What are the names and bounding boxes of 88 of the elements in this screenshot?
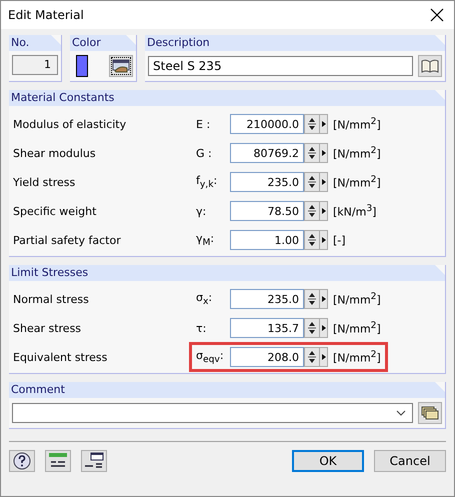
up-down-arrows-icon bbox=[308, 116, 316, 132]
menu-arrow-button[interactable] bbox=[320, 172, 328, 192]
spinner[interactable] bbox=[304, 230, 320, 250]
property-label: Partial safety factor bbox=[13, 234, 122, 246]
spinner[interactable] bbox=[304, 347, 320, 367]
description-field[interactable]: Steel S 235 bbox=[148, 56, 413, 76]
menu-arrow-button[interactable] bbox=[320, 114, 328, 134]
triangle-right-icon bbox=[322, 354, 326, 360]
close-icon[interactable] bbox=[430, 8, 444, 22]
up-down-arrows-icon bbox=[308, 349, 316, 365]
spinner[interactable] bbox=[304, 201, 320, 221]
symbol-label: σ$_{eqv}$: bbox=[196, 348, 225, 366]
triangle-right-icon bbox=[322, 325, 326, 331]
comment-library-button[interactable] bbox=[418, 402, 442, 424]
unit-label: [N/mm$^{2}$] bbox=[333, 174, 381, 190]
number-field: 1 bbox=[12, 55, 58, 75]
triangle-right-icon bbox=[322, 208, 326, 214]
group-title: Limit Stresses bbox=[11, 266, 88, 279]
symbol-label: E : bbox=[196, 118, 212, 130]
help-icon bbox=[13, 452, 31, 470]
spinner[interactable] bbox=[304, 143, 320, 163]
property-label: Specific weight bbox=[13, 204, 98, 218]
property-label: Shear stress bbox=[13, 322, 82, 334]
unit-label: [N/mm$^{2}$] bbox=[333, 291, 381, 307]
unit-label: [N/mm$^{2}$] bbox=[333, 116, 381, 132]
property-label: Shear modulus bbox=[13, 146, 97, 160]
symbol-label: σ$_{x}$: bbox=[196, 290, 214, 308]
stacked-windows-icon bbox=[421, 406, 439, 420]
window-title: Edit Material bbox=[8, 8, 84, 22]
library-button[interactable] bbox=[418, 55, 442, 77]
symbol-label: τ: bbox=[196, 322, 208, 334]
value-field[interactable]: 208.0 bbox=[230, 347, 304, 367]
comment-field[interactable] bbox=[12, 403, 413, 423]
unit-label: [kN/m$^{3}$] bbox=[333, 203, 376, 219]
spinner[interactable] bbox=[304, 289, 320, 309]
book-icon bbox=[421, 59, 439, 73]
value-field[interactable]: 80769.2 bbox=[230, 143, 304, 163]
symbol-label: γ: bbox=[196, 204, 208, 218]
up-down-arrows-icon bbox=[308, 320, 316, 336]
group-title: Color bbox=[72, 36, 101, 49]
triangle-right-icon bbox=[322, 179, 326, 185]
up-down-arrows-icon bbox=[308, 174, 316, 190]
triangle-right-icon bbox=[322, 296, 326, 302]
group-title: Description bbox=[147, 36, 210, 49]
property-label: Yield stress bbox=[13, 176, 76, 188]
triangle-right-icon bbox=[322, 237, 326, 243]
group-title: No. bbox=[11, 36, 30, 49]
unit-label: [N/mm$^{2}$] bbox=[333, 145, 381, 161]
value-field[interactable]: 235.0 bbox=[230, 289, 304, 309]
up-down-arrows-icon bbox=[308, 232, 316, 248]
value-field[interactable]: 135.7 bbox=[230, 318, 304, 338]
color-picker-button[interactable] bbox=[109, 55, 133, 77]
menu-arrow-button[interactable] bbox=[320, 201, 328, 221]
unit-label: [N/mm$^{2}$] bbox=[333, 349, 381, 365]
chevron-down-icon bbox=[396, 410, 406, 416]
up-down-arrows-icon bbox=[308, 203, 316, 219]
menu-arrow-button[interactable] bbox=[320, 318, 328, 338]
spinner[interactable] bbox=[304, 172, 320, 192]
value-field[interactable]: 78.50 bbox=[230, 201, 304, 221]
value-field[interactable]: 210000.0 bbox=[230, 114, 304, 134]
triangle-right-icon bbox=[322, 150, 326, 156]
menu-arrow-button[interactable] bbox=[320, 289, 328, 309]
text-format-button[interactable] bbox=[81, 450, 107, 472]
menu-arrow-button[interactable] bbox=[320, 143, 328, 163]
group-title: Material Constants bbox=[11, 91, 114, 104]
symbol-label: γ$_{M}$: bbox=[196, 232, 216, 248]
symbol-label: f$_{y,k}$: bbox=[196, 174, 218, 190]
property-label: Equivalent stress bbox=[13, 350, 108, 364]
dialog-button[interactable]: OK bbox=[292, 450, 364, 472]
help-button[interactable] bbox=[9, 450, 35, 472]
unit-label: [-] bbox=[333, 234, 346, 246]
spinner[interactable] bbox=[304, 114, 320, 134]
group-title: Comment bbox=[11, 383, 65, 396]
up-down-arrows-icon bbox=[308, 145, 316, 161]
value-field[interactable]: 235.0 bbox=[230, 172, 304, 192]
property-label: Modulus of elasticity bbox=[13, 118, 128, 130]
units-button[interactable] bbox=[45, 450, 71, 472]
property-label: Normal stress bbox=[13, 292, 90, 306]
up-down-arrows-icon bbox=[308, 291, 316, 307]
dialog-button[interactable]: Cancel bbox=[374, 450, 446, 472]
spinner[interactable] bbox=[304, 318, 320, 338]
window-lines-icon bbox=[84, 452, 104, 470]
menu-arrow-button[interactable] bbox=[320, 347, 328, 367]
unit-label: [N/mm$^{2}$] bbox=[333, 320, 381, 336]
triangle-right-icon bbox=[322, 121, 326, 127]
symbol-label: G : bbox=[196, 146, 213, 160]
menu-arrow-button[interactable] bbox=[320, 230, 328, 250]
value-field[interactable]: 1.00 bbox=[230, 230, 304, 250]
